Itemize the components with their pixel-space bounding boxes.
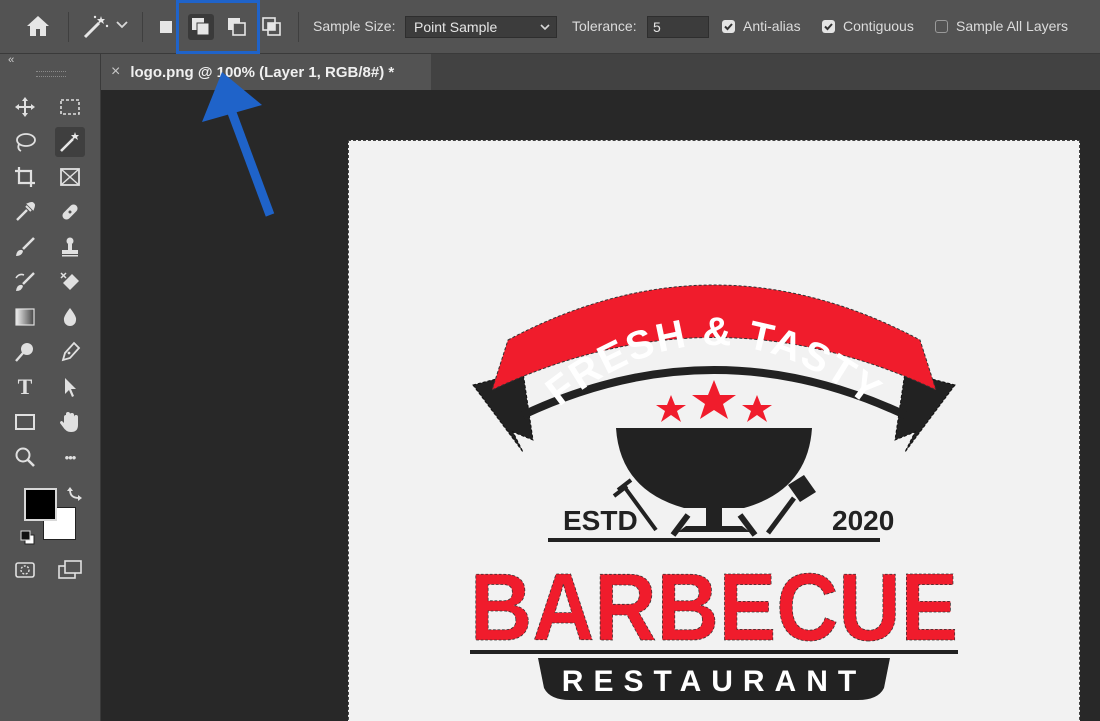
- tolerance-label: Tolerance:: [572, 18, 637, 34]
- blur-tool-icon[interactable]: [55, 302, 85, 332]
- home-icon[interactable]: [26, 15, 50, 37]
- logo-main-text: BARBECUE: [470, 554, 958, 661]
- sample-all-layers-label: Sample All Layers: [956, 18, 1069, 34]
- quick-mask-icon[interactable]: [10, 555, 40, 585]
- separator: [142, 12, 143, 42]
- logo-group: FRESH & TASTY ESTD 2020 BARBECUE RESTAUR…: [470, 284, 958, 700]
- magic-wand-tool-icon[interactable]: [55, 127, 85, 157]
- logo-estd-text: ESTD: [563, 505, 638, 536]
- crop-tool-icon[interactable]: [10, 162, 40, 192]
- path-selection-icon[interactable]: [55, 372, 85, 402]
- eyedropper-icon[interactable]: [10, 197, 40, 227]
- gradient-tool-icon[interactable]: [10, 302, 40, 332]
- document-tab-bar: × logo.png @ 100% (Layer 1, RGB/8#) *: [101, 54, 1100, 90]
- healing-brush-icon[interactable]: [55, 197, 85, 227]
- foreground-color-swatch[interactable]: [24, 488, 57, 521]
- annotation-highlight-box: [176, 0, 260, 54]
- magic-wand-icon[interactable]: [82, 14, 110, 40]
- document-canvas[interactable]: FRESH & TASTY ESTD 2020 BARBECUE RESTAUR…: [348, 140, 1080, 721]
- chevron-down-icon[interactable]: [116, 20, 128, 30]
- checkbox-unchecked-icon: [935, 19, 948, 33]
- logo-sub-text: RESTAURANT: [562, 665, 866, 698]
- dodge-tool-icon[interactable]: [10, 337, 40, 367]
- collapse-panel-icon[interactable]: ‹‹: [8, 54, 14, 66]
- type-tool-icon[interactable]: T: [10, 372, 40, 402]
- more-tools-icon[interactable]: •••: [55, 442, 85, 472]
- sample-all-layers-checkbox[interactable]: Sample All Layers: [935, 18, 1068, 34]
- frame-tool-icon[interactable]: [55, 162, 85, 192]
- hand-tool-icon[interactable]: [55, 407, 85, 437]
- canvas-area[interactable]: FRESH & TASTY ESTD 2020 BARBECUE RESTAUR…: [101, 90, 1100, 721]
- options-bar: Sample Size: Point Sample Tolerance: 5 A…: [0, 0, 1100, 54]
- document-tab-title: logo.png @ 100% (Layer 1, RGB/8#) *: [130, 63, 395, 81]
- document-tab[interactable]: × logo.png @ 100% (Layer 1, RGB/8#) *: [101, 54, 431, 90]
- separator: [68, 12, 69, 42]
- move-tool-icon[interactable]: [10, 92, 40, 122]
- anti-alias-label: Anti-alias: [743, 18, 801, 34]
- chevron-down-icon: [540, 20, 550, 36]
- checkbox-checked-icon: [822, 19, 835, 33]
- eraser-icon[interactable]: [55, 267, 85, 297]
- sample-size-label: Sample Size:: [313, 18, 396, 34]
- checkbox-checked-icon: [722, 19, 735, 33]
- panel-grip[interactable]: [36, 71, 66, 77]
- lasso-icon[interactable]: [10, 127, 40, 157]
- logo-year-text: 2020: [832, 505, 894, 536]
- brush-tool-icon[interactable]: [10, 232, 40, 262]
- close-tab-icon[interactable]: ×: [111, 63, 120, 81]
- rectangle-tool-icon[interactable]: [10, 407, 40, 437]
- barbecue-logo-image: FRESH & TASTY ESTD 2020 BARBECUE RESTAUR…: [470, 284, 958, 700]
- default-colors-icon[interactable]: [20, 530, 36, 551]
- separator: [298, 12, 299, 42]
- anti-alias-checkbox[interactable]: Anti-alias: [722, 18, 801, 34]
- intersect-with-selection-icon[interactable]: [259, 14, 285, 40]
- screen-mode-icon[interactable]: [55, 555, 85, 585]
- sample-size-value: Point Sample: [414, 19, 498, 35]
- history-brush-icon[interactable]: [10, 267, 40, 297]
- clone-stamp-icon[interactable]: [55, 232, 85, 262]
- rectangular-marquee-icon[interactable]: [55, 92, 85, 122]
- contiguous-checkbox[interactable]: Contiguous: [822, 18, 914, 34]
- tools-panel: ‹‹ T •••: [0, 54, 101, 721]
- sample-size-select[interactable]: Point Sample: [405, 16, 557, 38]
- zoom-tool-icon[interactable]: [10, 442, 40, 472]
- tolerance-input[interactable]: 5: [647, 16, 709, 38]
- pen-tool-icon[interactable]: [55, 337, 85, 367]
- contiguous-label: Contiguous: [843, 18, 914, 34]
- swap-colors-icon[interactable]: [66, 484, 84, 507]
